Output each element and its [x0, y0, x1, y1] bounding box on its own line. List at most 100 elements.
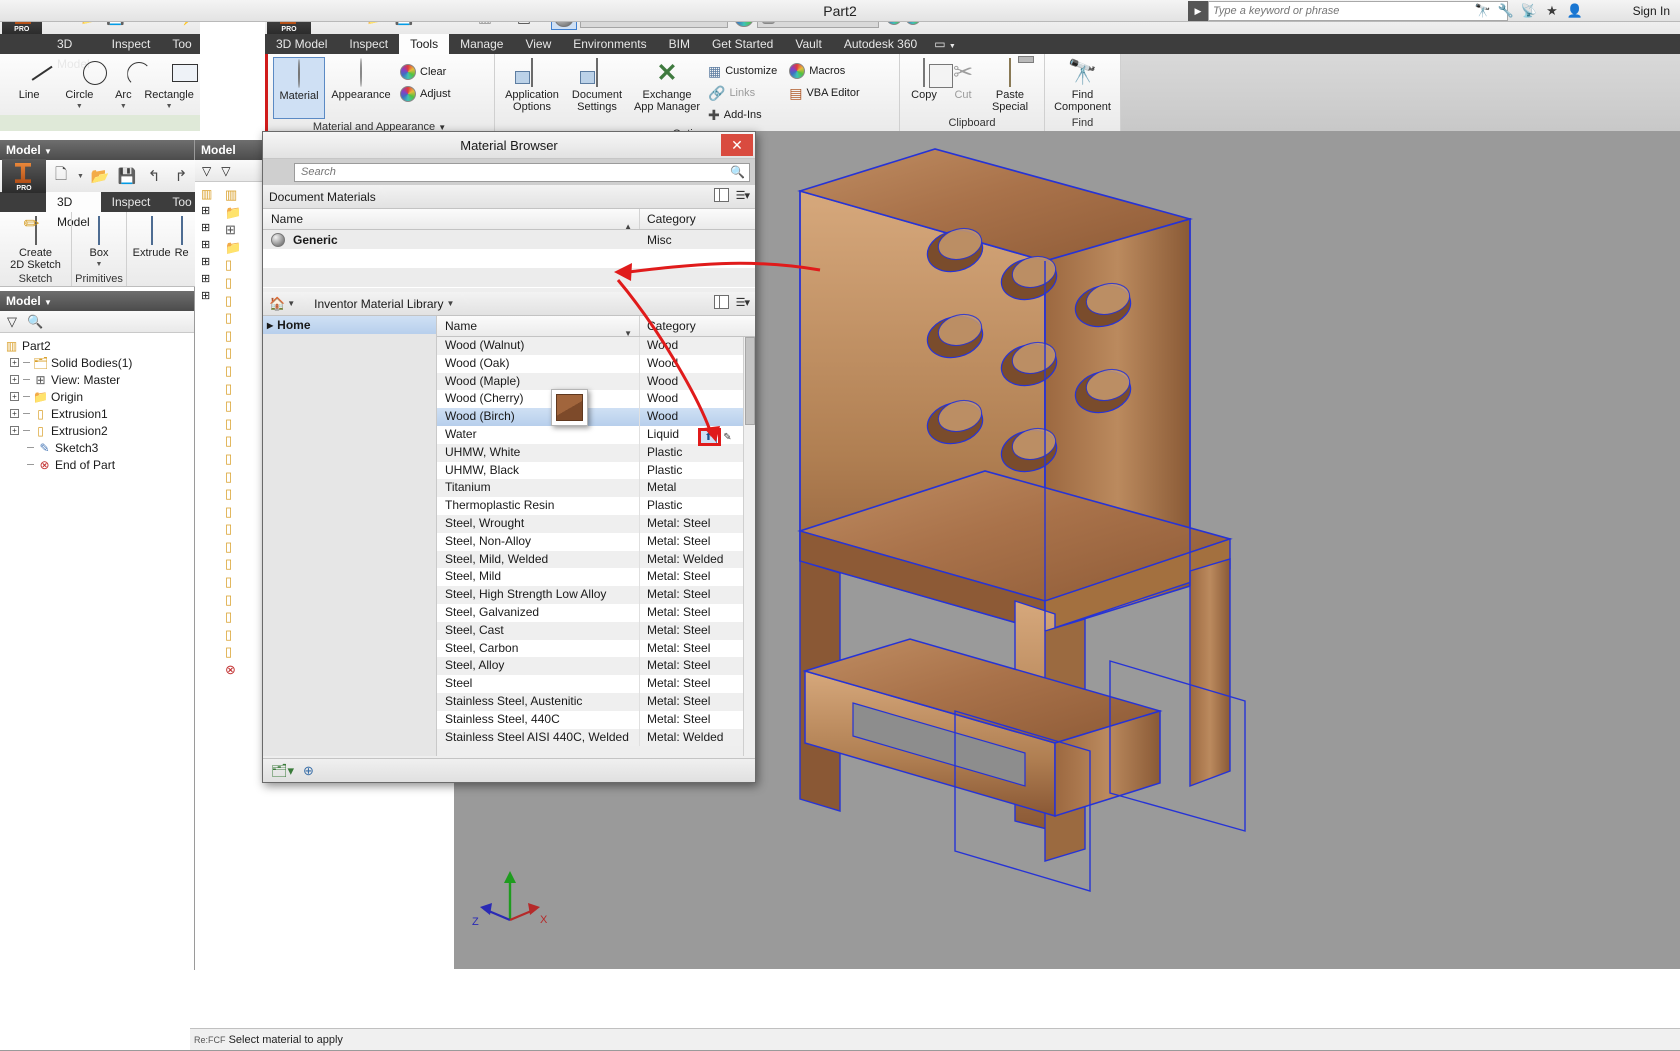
dialog-footer[interactable]: 🗂▾ ⊕	[263, 758, 755, 782]
breadcrumb-document-materials[interactable]: Document Materials	[269, 190, 376, 204]
filter-icon[interactable]: ▽	[7, 314, 17, 330]
add-ins-button[interactable]: ✚ Add-Ins	[705, 104, 780, 126]
tab-manage[interactable]: Manage	[449, 34, 514, 54]
table-row[interactable]: Wood (Cherry) Wood	[437, 390, 755, 409]
tree-item-origin[interactable]: + 📁 Origin	[4, 388, 194, 405]
tab-3d-model-2[interactable]: 3D Model	[46, 192, 101, 229]
chevron-down-icon[interactable]: ▼	[76, 173, 85, 180]
document-materials-breadcrumb[interactable]: Document Materials ☰▾	[263, 185, 755, 209]
table-row[interactable]: Steel, Galvanized Metal: Steel	[437, 603, 755, 622]
sort-desc-icon[interactable]: ▼	[624, 323, 632, 344]
arc-button[interactable]: Arc ▼	[105, 57, 143, 113]
ribbon-overflow-icon[interactable]: ▭ ▼	[928, 34, 962, 54]
tree-item-sketch3[interactable]: ✎ Sketch3	[4, 439, 194, 456]
manage-library-icon[interactable]: 🗂▾	[271, 763, 294, 779]
revolve-button[interactable]: Re	[172, 215, 191, 259]
table-row[interactable]: Steel, Cast Metal: Steel	[437, 621, 755, 640]
find-component-button[interactable]: 🔭 Find Component	[1049, 57, 1116, 113]
tab-bim[interactable]: BIM	[658, 34, 701, 54]
model-tree[interactable]: ▥ Part2 + 🗂 Solid Bodies(1) + ⊞ View: Ma…	[0, 333, 194, 993]
material-group-title[interactable]: Material and Appearance ▼	[265, 119, 494, 131]
table-row[interactable]: Generic Misc	[263, 230, 755, 249]
chevron-down-icon[interactable]: ▼	[438, 123, 446, 131]
document-materials-view-buttons[interactable]: ☰▾	[713, 188, 750, 202]
tree-item-extrusion2[interactable]: + ▯ Extrusion2	[4, 422, 194, 439]
adjust-button[interactable]: Adjust	[397, 83, 454, 105]
table-row[interactable]: UHMW, White Plastic	[437, 443, 755, 462]
tab-get-started[interactable]: Get Started	[701, 34, 784, 54]
customize-button[interactable]: ▦ Customize	[705, 60, 780, 82]
view-layout-icon[interactable]	[713, 295, 729, 309]
library-view-buttons[interactable]: ☰▾	[713, 295, 750, 309]
table-row[interactable]: Steel, Alloy Metal: Steel	[437, 657, 755, 676]
exchange-app-manager-button[interactable]: ✕ Exchange App Manager	[629, 57, 705, 113]
table-row[interactable]: Steel, Carbon Metal: Steel	[437, 639, 755, 658]
table-row[interactable]: Steel, High Strength Low Alloy Metal: Ste…	[437, 586, 755, 604]
tab-tools[interactable]: Too	[161, 34, 200, 54]
tab-view[interactable]: View	[514, 34, 562, 54]
axis-indicator[interactable]: Z X	[470, 865, 548, 935]
list-options-icon[interactable]: ☰▾	[736, 189, 750, 202]
sort-asc-icon[interactable]: ▲	[624, 216, 632, 237]
inventor-logo-icon[interactable]: PRO	[2, 159, 46, 193]
search-expand-icon[interactable]: ▶	[1188, 1, 1208, 21]
search-icon[interactable]: 🔍	[730, 165, 745, 179]
copy-button[interactable]: Copy	[904, 57, 944, 101]
tab-autodesk-360[interactable]: Autodesk 360	[833, 34, 928, 54]
search-input[interactable]	[1209, 2, 1507, 20]
tree-item-view-master[interactable]: + ⊞ View: Master	[4, 371, 194, 388]
view-layout-icon[interactable]	[713, 188, 729, 202]
column-header-name[interactable]: Name ▼	[437, 316, 640, 338]
table-row[interactable]: Wood (Oak) Wood	[437, 354, 755, 373]
chevron-down-icon[interactable]: ▼	[165, 101, 174, 113]
table-row[interactable]: Titanium Metal	[437, 479, 755, 498]
satellite-icon[interactable]: 📡	[1518, 1, 1540, 21]
vba-editor-button[interactable]: ▤ VBA Editor	[786, 82, 862, 104]
add-material-icon[interactable]: ⊕	[303, 763, 314, 779]
line-button[interactable]: Line	[4, 57, 54, 101]
table-row[interactable]: Stainless Steel AISI 440C, Welded Metal: …	[437, 728, 755, 747]
chevron-down-icon[interactable]: ▼	[287, 299, 295, 308]
filter-icon[interactable]: ▽	[221, 164, 230, 178]
paste-special-button[interactable]: Paste Special	[982, 57, 1038, 113]
undo-icon[interactable]: ↰	[142, 163, 166, 189]
tab-environments[interactable]: Environments	[562, 34, 657, 54]
rectangle-button[interactable]: Rectangle ▼	[142, 57, 196, 113]
dialog-title-bar[interactable]: Material Browser ✕	[263, 132, 755, 159]
library-rows[interactable]: Wood (Walnut) Wood Wood (Oak) Wood Wood (Map…	[437, 337, 755, 747]
home-icon[interactable]: 🏠	[269, 296, 285, 312]
column-header-name[interactable]: Name ▲	[263, 209, 640, 231]
tab-3d-model[interactable]: 3D Model	[46, 34, 101, 71]
expander-icon[interactable]: +	[10, 358, 19, 367]
chevron-right-icon[interactable]: ▶	[267, 321, 273, 330]
scrollbar-thumb[interactable]	[745, 337, 755, 425]
save-icon[interactable]: 💾	[115, 163, 139, 189]
search-box[interactable]: 🔍	[294, 162, 750, 182]
macros-button[interactable]: Macros	[786, 60, 862, 82]
chevron-down-icon[interactable]: ▼	[75, 101, 84, 113]
clear-button[interactable]: Clear	[397, 61, 454, 83]
breadcrumb-library[interactable]: Inventor Material Library	[314, 297, 443, 311]
redo-icon[interactable]: ↱	[169, 163, 193, 189]
table-row[interactable]: Steel Metal: Steel	[437, 675, 755, 693]
library-category-tree[interactable]: ▶ Home	[263, 316, 437, 756]
vertical-scrollbar[interactable]	[743, 337, 755, 756]
table-row[interactable]: UHMW, Black Plastic	[437, 461, 755, 480]
expander-icon[interactable]: +	[10, 392, 19, 401]
sign-in-button[interactable]: Sign In	[1633, 1, 1670, 21]
table-row[interactable]: Stainless Steel, 440C Metal: Steel	[437, 710, 755, 729]
appearance-button[interactable]: Appearance	[325, 57, 397, 101]
table-row[interactable]: Wood (Walnut) Wood	[437, 337, 755, 355]
material-search-input[interactable]	[299, 165, 731, 179]
table-row[interactable]: Steel, Mild Metal: Steel	[437, 568, 755, 587]
open-icon[interactable]: 📂	[88, 163, 112, 189]
column-header-category[interactable]: Category	[640, 209, 755, 229]
new-icon[interactable]: 🗋	[49, 163, 73, 189]
material-button[interactable]: Material	[273, 57, 325, 119]
document-settings-button[interactable]: Document Settings	[565, 57, 629, 113]
tree-item-part[interactable]: ▥ Part2	[4, 337, 194, 354]
tab-inspect[interactable]: Inspect	[338, 34, 399, 54]
wrench-icon[interactable]: 🔧	[1495, 1, 1517, 21]
chevron-down-icon[interactable]: ▼	[95, 259, 104, 271]
table-row[interactable]: Steel, Non-Alloy Metal: Steel	[437, 532, 755, 551]
